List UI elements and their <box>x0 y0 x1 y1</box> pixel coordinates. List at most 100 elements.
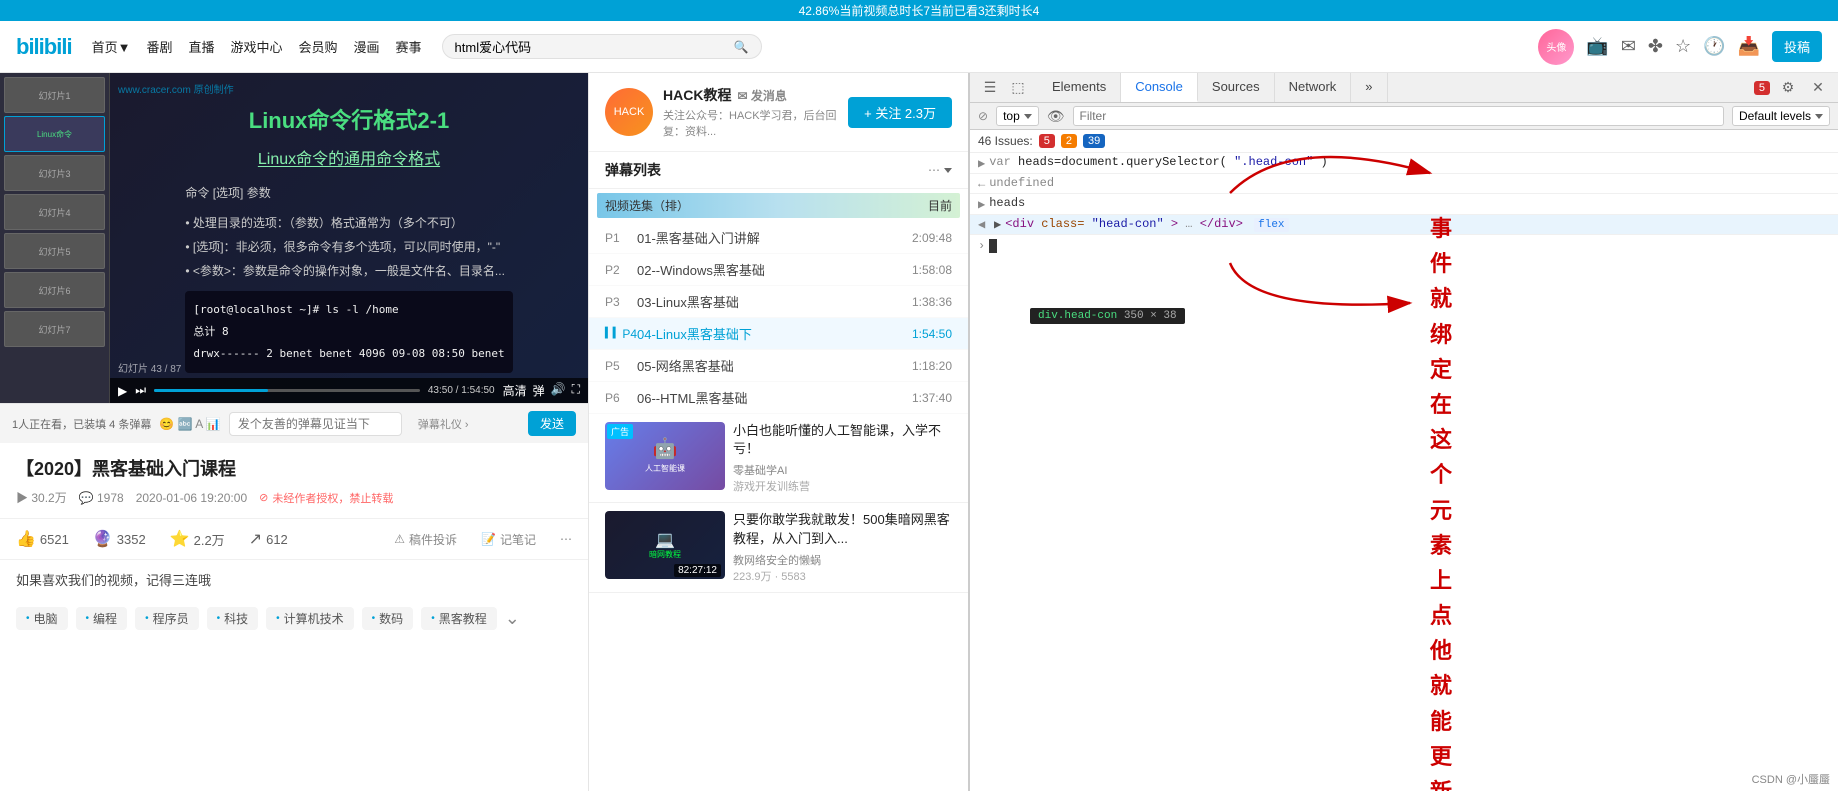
rec-video-2[interactable]: 💻 暗网教程 82:27:12 只要你敢学我就敢发！500集暗网黑客教程，从入门… <box>589 503 968 592</box>
share-count: 612 <box>266 532 288 547</box>
playlist-item-p3[interactable]: P3 03-Linux黑客基础 1:38:36 <box>589 286 968 318</box>
danmaku-toggle[interactable]: 弹 <box>533 382 545 399</box>
main-layout: 幻灯片1 Linux命令 幻灯片3 幻灯片4 幻灯片5 <box>0 73 1838 791</box>
issues-bar: 46 Issues: 5 2 39 <box>970 130 1838 153</box>
playlist-chevron[interactable] <box>944 168 952 173</box>
tag-programmer[interactable]: •程序员 <box>135 607 199 630</box>
playlist-item-p5[interactable]: P5 05-网络黑客基础 1:18:20 <box>589 350 968 382</box>
notification-icon[interactable]: 📺 <box>1586 36 1608 57</box>
avatar[interactable]: 头像 <box>1538 29 1574 65</box>
thumb-5[interactable]: 幻灯片5 <box>4 233 105 269</box>
playlist-item-p1[interactable]: P1 01-黑客基础入门讲解 2:09:48 <box>589 222 968 254</box>
next-btn[interactable]: ⏭ <box>135 383 146 398</box>
play-pause-btn[interactable]: ▶ <box>118 384 127 398</box>
console-line-4[interactable]: ◀ ▶ <div class= "head-con" > … </div> fl… <box>970 215 1838 235</box>
tab-more[interactable]: » <box>1351 73 1387 102</box>
rec-title-1: 小白也能听懂的人工智能课，入学不亏！ <box>733 422 952 458</box>
video-select-bar[interactable]: 视频选集（排） 目前 <box>597 193 960 218</box>
rec-video-1[interactable]: 🤖 人工智能课 广告 小白也能听懂的人工智能课，入学不亏！ 零基础学AI 游戏开… <box>589 414 968 503</box>
history-icon[interactable]: 🕐 <box>1703 36 1725 57</box>
item-title-p1: 01-黑客基础入门讲解 <box>637 228 904 247</box>
thumb-6[interactable]: 幻灯片6 <box>4 272 105 308</box>
thumb-4[interactable]: 幻灯片4 <box>4 194 105 230</box>
playlist-item-p6[interactable]: P6 06--HTML黑客基础 1:37:40 <box>589 382 968 414</box>
send-msg-btn[interactable]: ✉ 发消息 <box>737 87 786 104</box>
search-icon[interactable]: 🔍 <box>734 40 749 54</box>
tag-cs[interactable]: •计算机技术 <box>266 607 354 630</box>
tag-computer[interactable]: •电脑 <box>16 607 68 630</box>
tab-console[interactable]: Console <box>1121 73 1198 102</box>
eye-icon[interactable]: 👁 <box>1047 108 1065 125</box>
expand-icon-1[interactable]: ▶ <box>978 156 985 171</box>
favorite-icon[interactable]: ☆ <box>1675 36 1691 57</box>
nav-home[interactable]: 首页▼ <box>92 37 131 56</box>
rec-title-2: 只要你敢学我就敢发！500集暗网黑客教程，从入门到入... <box>733 511 952 547</box>
expand-icon-3[interactable]: ▶ <box>978 197 985 212</box>
send-danmaku-button[interactable]: 发送 <box>528 411 576 436</box>
volume-btn[interactable]: 🔊 <box>551 382 566 399</box>
fullscreen-btn[interactable]: ⛶ <box>572 382 580 399</box>
tab-network[interactable]: Network <box>1275 73 1352 102</box>
item-duration-p3: 1:38:36 <box>912 295 952 309</box>
nav-drama[interactable]: 番剧 <box>146 37 172 56</box>
playlist-item-p4[interactable]: ▍▍ P4 04-Linux黑客基础下 1:54:50 <box>589 318 968 350</box>
devtools-close-icon[interactable]: ✕ <box>1806 76 1830 100</box>
danmaku-ceremony[interactable]: 弹幕礼仪 › <box>418 416 469 432</box>
context-selector[interactable]: top <box>996 106 1039 126</box>
search-bar: 🔍 <box>442 34 762 59</box>
report-button[interactable]: ⚠ 稿件投诉 <box>394 531 457 548</box>
nav-vip[interactable]: 会员购 <box>298 37 337 56</box>
console-line-3[interactable]: ▶ heads <box>970 194 1838 215</box>
issues-info-badge[interactable]: 39 <box>1083 134 1105 148</box>
devtools-settings-icon[interactable]: ⚙ <box>1776 76 1800 100</box>
quality-btn[interactable]: 高清 <box>503 382 527 399</box>
download-icon[interactable]: 📥 <box>1738 36 1760 57</box>
default-levels-selector[interactable]: Default levels <box>1732 106 1830 126</box>
note-button[interactable]: 📝 记笔记 <box>481 531 536 548</box>
like-button[interactable]: 👍 6521 <box>16 529 69 549</box>
tab-sources[interactable]: Sources <box>1198 73 1275 102</box>
search-input[interactable] <box>455 39 734 54</box>
thumb-3[interactable]: 幻灯片3 <box>4 155 105 191</box>
upload-button[interactable]: 投稿 <box>1772 31 1822 62</box>
filter-input[interactable] <box>1073 106 1724 126</box>
thumb-7[interactable]: 幻灯片7 <box>4 311 105 347</box>
message-icon[interactable]: ✉ <box>1621 36 1636 57</box>
progress-track[interactable] <box>154 389 420 392</box>
tab-elements[interactable]: Elements <box>1038 73 1121 102</box>
tags-more-button[interactable]: ⌄ <box>505 607 520 630</box>
console-line-1[interactable]: ▶ var heads=document.querySelector( ".he… <box>970 153 1838 174</box>
block-icon[interactable]: ⊘ <box>978 109 988 123</box>
nav-live[interactable]: 直播 <box>188 37 214 56</box>
thumb-1[interactable]: 幻灯片1 <box>4 77 105 113</box>
share-button[interactable]: ↗ 612 <box>249 529 288 549</box>
video-player[interactable]: 幻灯片1 Linux命令 幻灯片3 幻灯片4 幻灯片5 <box>0 73 588 403</box>
favorite-button[interactable]: ⭐ 2.2万 <box>170 529 225 549</box>
playlist-dots[interactable]: ⋯ <box>928 163 940 177</box>
nav-manga[interactable]: 漫画 <box>354 37 380 56</box>
tag-hacker[interactable]: •黑客教程 <box>421 607 497 630</box>
playlist-item-p2[interactable]: P2 02--Windows黑客基础 1:58:08 <box>589 254 968 286</box>
tag-tech[interactable]: •科技 <box>207 607 259 630</box>
danmaku-input[interactable] <box>229 412 402 436</box>
danmaku-info: 1人正在看，已装填 4 条弹幕 <box>12 416 151 432</box>
playlist-title: 弹幕列表 <box>605 160 661 180</box>
dynamic-icon[interactable]: ✤ <box>1648 36 1663 57</box>
logo[interactable]: bilibili <box>16 34 72 60</box>
devtools-inspect-icon[interactable]: ⬚ <box>1006 76 1030 100</box>
more-button[interactable]: ⋯ <box>560 532 572 546</box>
console-line-2[interactable]: ← undefined <box>970 174 1838 194</box>
creator-avatar[interactable]: HACK <box>605 88 653 136</box>
follow-button[interactable]: + 关注 2.3万 <box>848 97 952 128</box>
console-input-line[interactable]: › <box>970 235 1838 257</box>
expand-arrow-4[interactable]: ▶ <box>994 217 1001 232</box>
tag-digital[interactable]: •数码 <box>362 607 414 630</box>
nav-game[interactable]: 游戏中心 <box>230 37 282 56</box>
issues-error-badge[interactable]: 5 <box>1039 134 1055 148</box>
thumb-active[interactable]: Linux命令 <box>4 116 105 152</box>
tag-coding[interactable]: •编程 <box>76 607 128 630</box>
devtools-toggle-icon[interactable]: ☰ <box>978 76 1002 100</box>
nav-events[interactable]: 赛事 <box>396 37 422 56</box>
issues-warn-badge[interactable]: 2 <box>1061 134 1077 148</box>
coin-button[interactable]: 🔮 3352 <box>93 529 146 549</box>
